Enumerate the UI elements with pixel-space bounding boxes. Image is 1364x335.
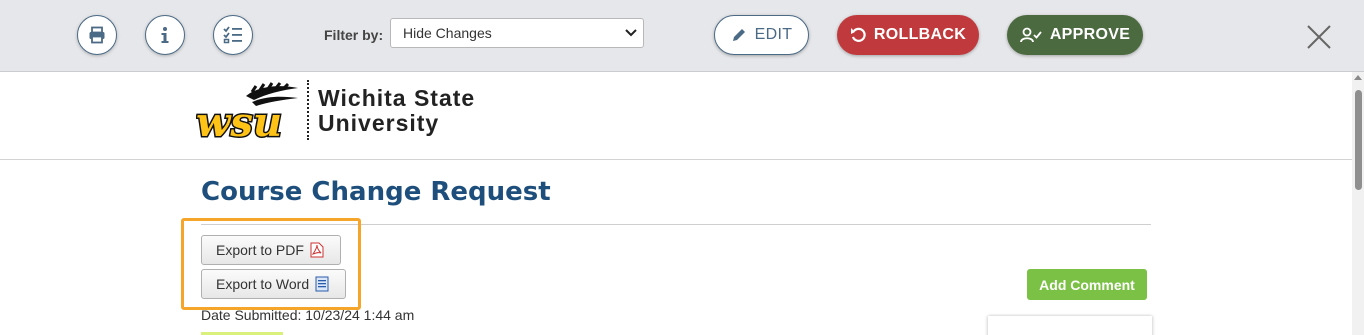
date-submitted: Date Submitted: 10/23/24 1:44 am	[201, 307, 415, 323]
pdf-icon	[310, 242, 324, 258]
chevron-down-icon	[625, 29, 637, 37]
university-name: Wichita State University	[318, 86, 475, 136]
pencil-icon	[732, 29, 745, 41]
undo-icon	[850, 27, 866, 42]
edit-button-label: EDIT	[754, 26, 793, 43]
university-name-line2: University	[318, 110, 440, 136]
vertical-scrollbar[interactable]	[1352, 72, 1364, 335]
approve-button-label: APPROVE	[1049, 26, 1131, 43]
wsu-logo: wsu	[196, 82, 298, 148]
page-title: Course Change Request	[201, 177, 551, 207]
user-check-icon	[1019, 27, 1042, 43]
export-pdf-button[interactable]: Export to PDF	[201, 235, 341, 265]
word-document-icon	[315, 276, 329, 292]
info-icon	[161, 27, 169, 43]
filter-select[interactable]: Hide Changes	[390, 18, 644, 48]
rollback-button[interactable]: ROLLBACK	[837, 15, 979, 55]
logo-mark-text: wsu	[196, 99, 282, 146]
scroll-thumb[interactable]	[1355, 90, 1362, 190]
close-icon[interactable]	[1305, 23, 1333, 51]
print-button[interactable]	[77, 15, 117, 55]
logo-divider	[307, 80, 309, 140]
filter-select-value: Hide Changes	[403, 25, 492, 41]
university-name-line1: Wichita State	[318, 85, 476, 111]
export-word-button[interactable]: Export to Word	[201, 269, 346, 299]
checklist-button[interactable]	[213, 15, 253, 55]
rollback-button-label: ROLLBACK	[873, 26, 967, 43]
scroll-up-arrow-icon[interactable]	[1354, 75, 1362, 80]
filter-label: Filter by:	[324, 27, 384, 43]
export-word-label: Export to Word	[216, 276, 310, 292]
checklist-icon	[223, 26, 242, 44]
add-comment-button[interactable]: Add Comment	[1027, 269, 1147, 300]
print-icon	[89, 26, 105, 44]
approve-button[interactable]: APPROVE	[1007, 15, 1143, 55]
top-toolbar: Filter by: Hide Changes EDIT ROLLBACK AP…	[0, 0, 1364, 72]
edit-button[interactable]: EDIT	[714, 15, 809, 55]
info-button[interactable]	[145, 15, 185, 55]
export-pdf-label: Export to PDF	[216, 242, 304, 258]
header-band: wsu Wichita State University	[0, 72, 1352, 160]
comments-side-panel	[988, 316, 1152, 335]
